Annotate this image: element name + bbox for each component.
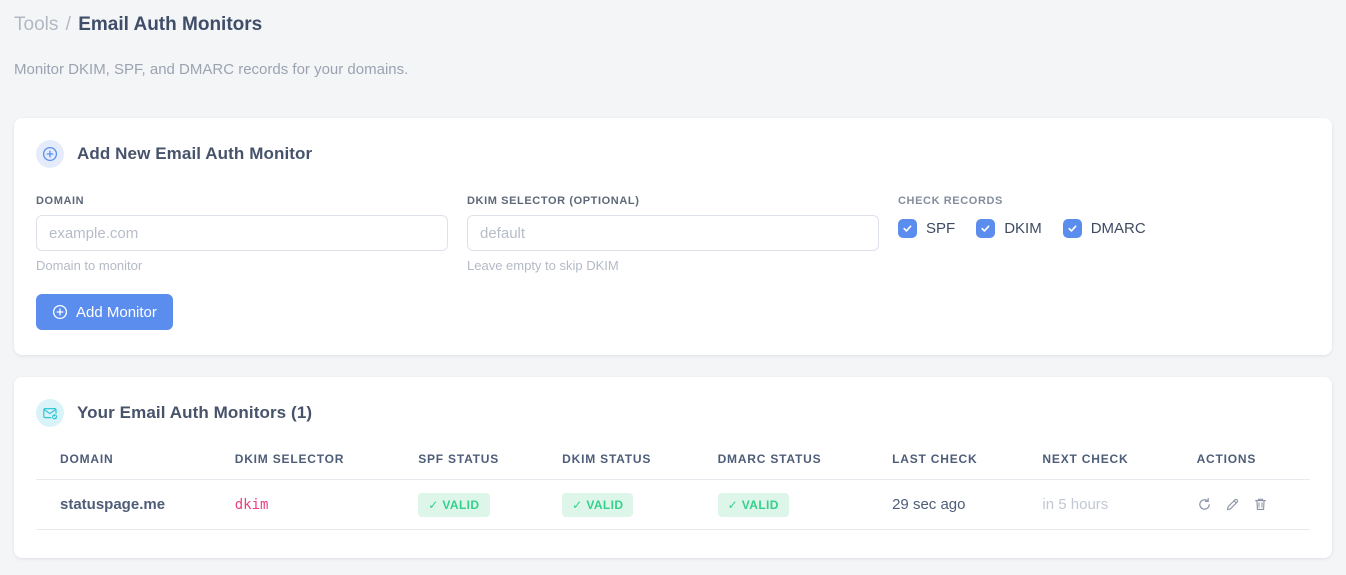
email-auth-monitors-page: Tools / Email Auth Monitors Monitor DKIM… [0, 0, 1346, 558]
monitor-dkim-selector: dkim [234, 496, 269, 513]
breadcrumb-tools-link[interactable]: Tools [14, 14, 58, 35]
col-header-domain: DOMAIN [36, 452, 235, 480]
add-monitor-card-title: Add New Email Auth Monitor [77, 144, 313, 163]
dkim-selector-field-label: DKIM SELECTOR (OPTIONAL) [467, 195, 640, 207]
domain-field-helper: Domain to monitor [36, 258, 143, 273]
col-header-last-check: LAST CHECK [892, 452, 1043, 480]
domain-field-group: DOMAIN Domain to monitor [36, 195, 448, 273]
col-header-next-check: NEXT CHECK [1042, 452, 1197, 480]
monitors-table: DOMAIN DKIM SELECTOR SPF STATUS DKIM STA… [36, 452, 1310, 530]
plus-circle-icon [36, 140, 64, 168]
dkim-selector-field-helper: Leave empty to skip DKIM [467, 258, 619, 273]
spf-checkbox-label: SPF [926, 220, 956, 237]
dmarc-checkbox-label: DMARC [1090, 220, 1146, 237]
monitors-list-card: Your Email Auth Monitors (1) DOMAIN DKIM… [14, 377, 1332, 558]
col-header-dmarc-status: DMARC STATUS [717, 452, 893, 480]
add-monitor-button[interactable]: Add Monitor [36, 294, 173, 330]
dmarc-checkbox[interactable]: DMARC [1062, 219, 1146, 238]
row-actions [1197, 497, 1302, 512]
monitors-card-header: Your Email Auth Monitors (1) [36, 399, 1310, 427]
check-records-group: CHECK RECORDS SPF DKIM DMARC [898, 195, 1310, 273]
delete-icon[interactable] [1253, 497, 1268, 512]
dkim-selector-input[interactable] [467, 215, 879, 251]
monitor-next-check: in 5 hours [1042, 495, 1109, 513]
spf-status-badge: ✓ VALID [418, 492, 490, 517]
dkim-checkbox-label: DKIM [1004, 220, 1042, 237]
add-monitor-card: Add New Email Auth Monitor DOMAIN Domain… [14, 118, 1332, 355]
monitor-domain: statuspage.me [60, 495, 166, 513]
spf-checkbox[interactable]: SPF [898, 219, 955, 238]
table-header-row: DOMAIN DKIM SELECTOR SPF STATUS DKIM STA… [36, 452, 1310, 480]
dkim-status-badge: ✓ VALID [562, 492, 634, 517]
domain-field-label: DOMAIN [36, 195, 85, 207]
col-header-dkim-status: DKIM STATUS [562, 452, 718, 480]
monitors-card-title: Your Email Auth Monitors (1) [77, 403, 313, 422]
add-monitor-button-label: Add Monitor [76, 303, 157, 321]
col-header-spf-status: SPF STATUS [418, 452, 563, 480]
refresh-icon[interactable] [1197, 497, 1212, 512]
page-subtitle: Monitor DKIM, SPF, and DMARC records for… [14, 61, 409, 78]
dkim-checkbox-box[interactable] [976, 219, 996, 238]
col-header-dkim-selector: DKIM SELECTOR [234, 452, 419, 480]
plus-circle-icon [52, 304, 68, 320]
dkim-selector-field-group: DKIM SELECTOR (OPTIONAL) Leave empty to … [467, 195, 879, 273]
monitor-last-check: 29 sec ago [892, 495, 966, 513]
edit-icon[interactable] [1225, 497, 1240, 512]
check-records-options: SPF DKIM DMARC [898, 219, 1310, 238]
page-title: Email Auth Monitors [78, 14, 263, 35]
add-monitor-card-header: Add New Email Auth Monitor [36, 140, 1310, 168]
add-monitor-form: DOMAIN Domain to monitor DKIM SELECTOR (… [36, 195, 1310, 273]
table-row: statuspage.me dkim ✓ VALID ✓ VALID ✓ VAL… [36, 479, 1310, 530]
breadcrumb: Tools / Email Auth Monitors [14, 13, 1332, 37]
breadcrumb-separator: / [65, 14, 71, 35]
spf-checkbox-box[interactable] [898, 219, 917, 238]
dmarc-status-badge: ✓ VALID [717, 492, 789, 517]
dmarc-checkbox-box[interactable] [1062, 219, 1082, 238]
check-records-label: CHECK RECORDS [898, 195, 1003, 207]
envelope-check-icon [36, 399, 64, 427]
col-header-actions: ACTIONS [1196, 452, 1310, 480]
domain-input[interactable] [36, 215, 448, 251]
dkim-checkbox[interactable]: DKIM [976, 219, 1042, 238]
